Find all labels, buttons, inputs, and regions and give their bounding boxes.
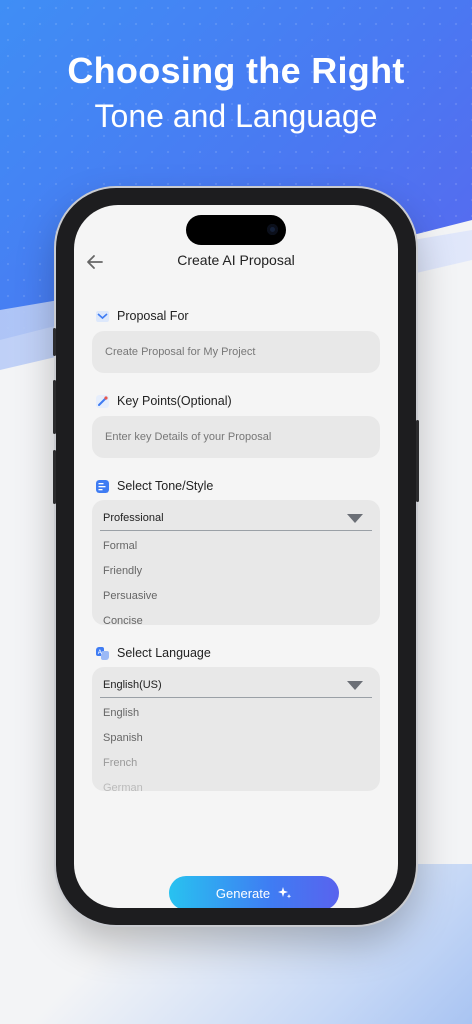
proposal-for-input[interactable]: Create Proposal for My Project <box>92 331 380 373</box>
tone-selected-value: Professional <box>103 512 164 524</box>
language-option-french[interactable]: French <box>92 751 380 776</box>
phone-power-button <box>416 420 419 502</box>
tone-option-persuasive[interactable]: Persuasive <box>92 584 380 609</box>
generate-button[interactable]: Generate <box>169 876 339 908</box>
phone-volume-up-button <box>53 380 56 434</box>
sparkle-icon <box>278 887 292 899</box>
language-option-spanish[interactable]: Spanish <box>92 726 380 751</box>
translate-icon: A <box>96 646 109 660</box>
language-label-text: Select Language <box>117 646 211 660</box>
key-points-input[interactable]: Enter key Details of your Proposal <box>92 416 380 458</box>
proposal-for-label: Proposal For <box>96 309 189 323</box>
page-title: Create AI Proposal <box>177 252 295 268</box>
language-dropdown[interactable]: English(US) English Spanish French Germa… <box>92 667 380 791</box>
phone-screen: Create AI Proposal Proposal For Create P… <box>74 205 398 908</box>
pen-icon <box>96 394 109 408</box>
tone-option-friendly[interactable]: Friendly <box>92 559 380 584</box>
language-option-english[interactable]: English <box>92 701 380 726</box>
tone-icon <box>96 479 109 493</box>
proposal-icon <box>96 310 109 322</box>
chevron-down-icon[interactable] <box>347 681 363 690</box>
tone-option-formal[interactable]: Formal <box>92 534 380 559</box>
dynamic-island <box>186 215 286 245</box>
tone-label: Select Tone/Style <box>96 479 213 493</box>
front-camera-icon <box>267 224 278 235</box>
language-label: A Select Language <box>96 646 211 660</box>
proposal-for-label-text: Proposal For <box>117 309 189 323</box>
tone-select[interactable]: Professional <box>100 500 372 531</box>
phone-volume-down-button <box>53 450 56 504</box>
tone-option-concise[interactable]: Concise <box>92 609 380 625</box>
key-points-label: Key Points(Optional) <box>96 394 232 408</box>
phone-frame: Create AI Proposal Proposal For Create P… <box>53 188 419 925</box>
key-points-label-text: Key Points(Optional) <box>117 394 232 408</box>
promo-headline: Choosing the Right Tone and Language <box>0 50 472 136</box>
tone-label-text: Select Tone/Style <box>117 479 214 493</box>
chevron-down-icon[interactable] <box>347 514 363 523</box>
generate-button-label: Generate <box>215 885 271 901</box>
headline-line-2: Tone and Language <box>94 98 378 134</box>
language-selected-value: English(US) <box>103 679 162 691</box>
language-select[interactable]: English(US) <box>100 667 372 698</box>
tone-dropdown[interactable]: Professional Formal Friendly Persuasive … <box>92 500 380 625</box>
phone-mute-button <box>53 328 56 356</box>
headline-line-1: Choosing the Right <box>67 50 405 91</box>
app-bar: Create AI Proposal <box>74 249 398 277</box>
language-option-german[interactable]: German <box>92 776 380 791</box>
